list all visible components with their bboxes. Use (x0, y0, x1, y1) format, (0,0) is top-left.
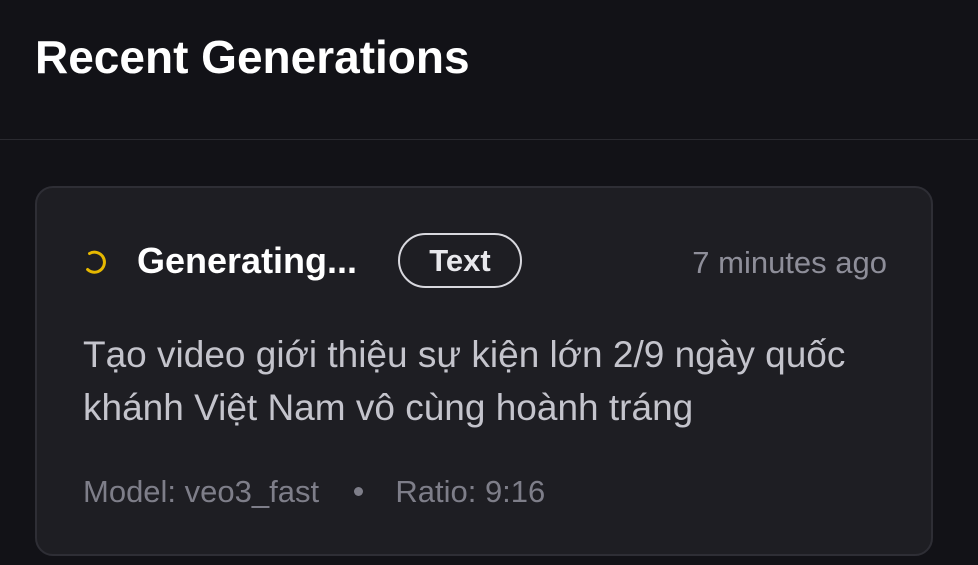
generation-status-row: Generating... Text 7 minutes ago (83, 233, 887, 291)
recent-generations-page: Recent Generations Generating... Text 7 … (0, 0, 978, 565)
page-title: Recent Generations (35, 31, 470, 83)
generation-card[interactable]: Generating... Text 7 minutes ago Tạo vid… (35, 186, 933, 556)
generation-status: Generating... (137, 240, 358, 281)
separator-dot-icon (353, 487, 363, 497)
type-badge: Text (398, 233, 522, 288)
spinner-icon (86, 250, 106, 274)
generation-meta: Model: veo3_fast Ratio: 9:16 (83, 472, 545, 510)
generation-timestamp: 7 minutes ago (692, 245, 887, 280)
model-label: Model: veo3_fast (83, 473, 320, 509)
ratio-label: Ratio: 9:16 (395, 473, 546, 509)
page-header: Recent Generations (0, 0, 978, 140)
generation-prompt: Tạo video giới thiệu sự kiện lớn 2/9 ngà… (83, 334, 846, 428)
